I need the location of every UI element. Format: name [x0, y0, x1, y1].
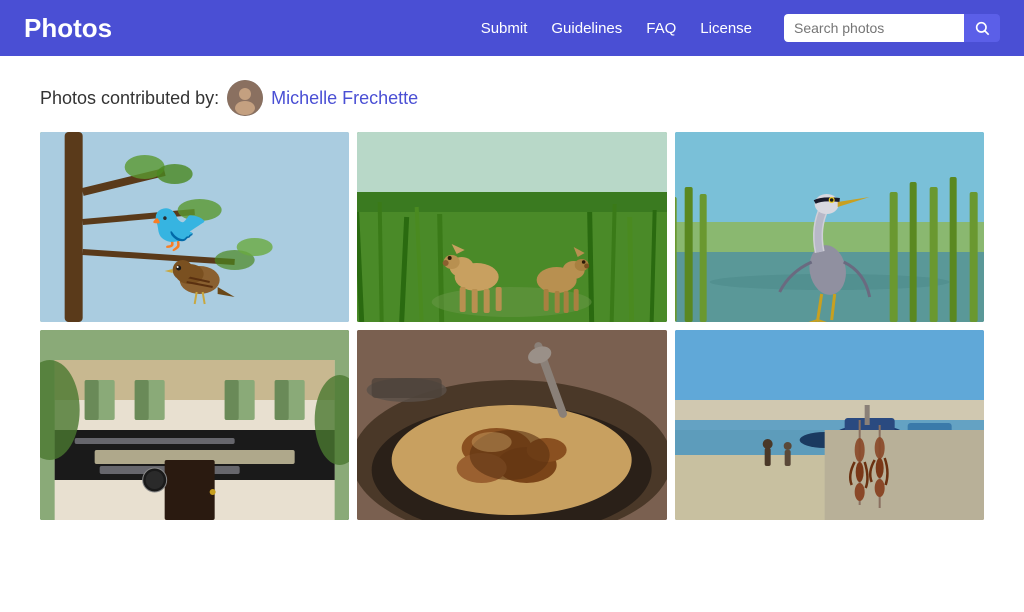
search-button[interactable]	[964, 14, 1000, 42]
contributor-name[interactable]: Michelle Frechette	[271, 88, 418, 109]
site-title: Photos	[24, 13, 481, 44]
nav-submit[interactable]: Submit	[481, 20, 528, 37]
photo-grid	[0, 132, 1024, 560]
nav-guidelines[interactable]: Guidelines	[551, 20, 622, 37]
photo-heron[interactable]	[675, 132, 984, 322]
search-container	[784, 14, 1000, 42]
avatar	[227, 80, 263, 116]
main-nav: Submit Guidelines FAQ License	[481, 14, 1000, 42]
site-header: Photos Submit Guidelines FAQ License	[0, 0, 1024, 56]
search-input[interactable]	[784, 14, 964, 42]
nav-faq[interactable]: FAQ	[646, 20, 676, 37]
contributor-bar: Photos contributed by: Michelle Frechett…	[0, 56, 1024, 132]
search-icon	[974, 20, 990, 36]
photo-pub[interactable]	[40, 330, 349, 520]
photo-harbor[interactable]	[675, 330, 984, 520]
photo-deer[interactable]	[357, 132, 666, 322]
contributor-prefix: Photos contributed by:	[40, 88, 219, 109]
photo-food[interactable]	[357, 330, 666, 520]
photo-bird[interactable]	[40, 132, 349, 322]
nav-license[interactable]: License	[700, 20, 752, 37]
